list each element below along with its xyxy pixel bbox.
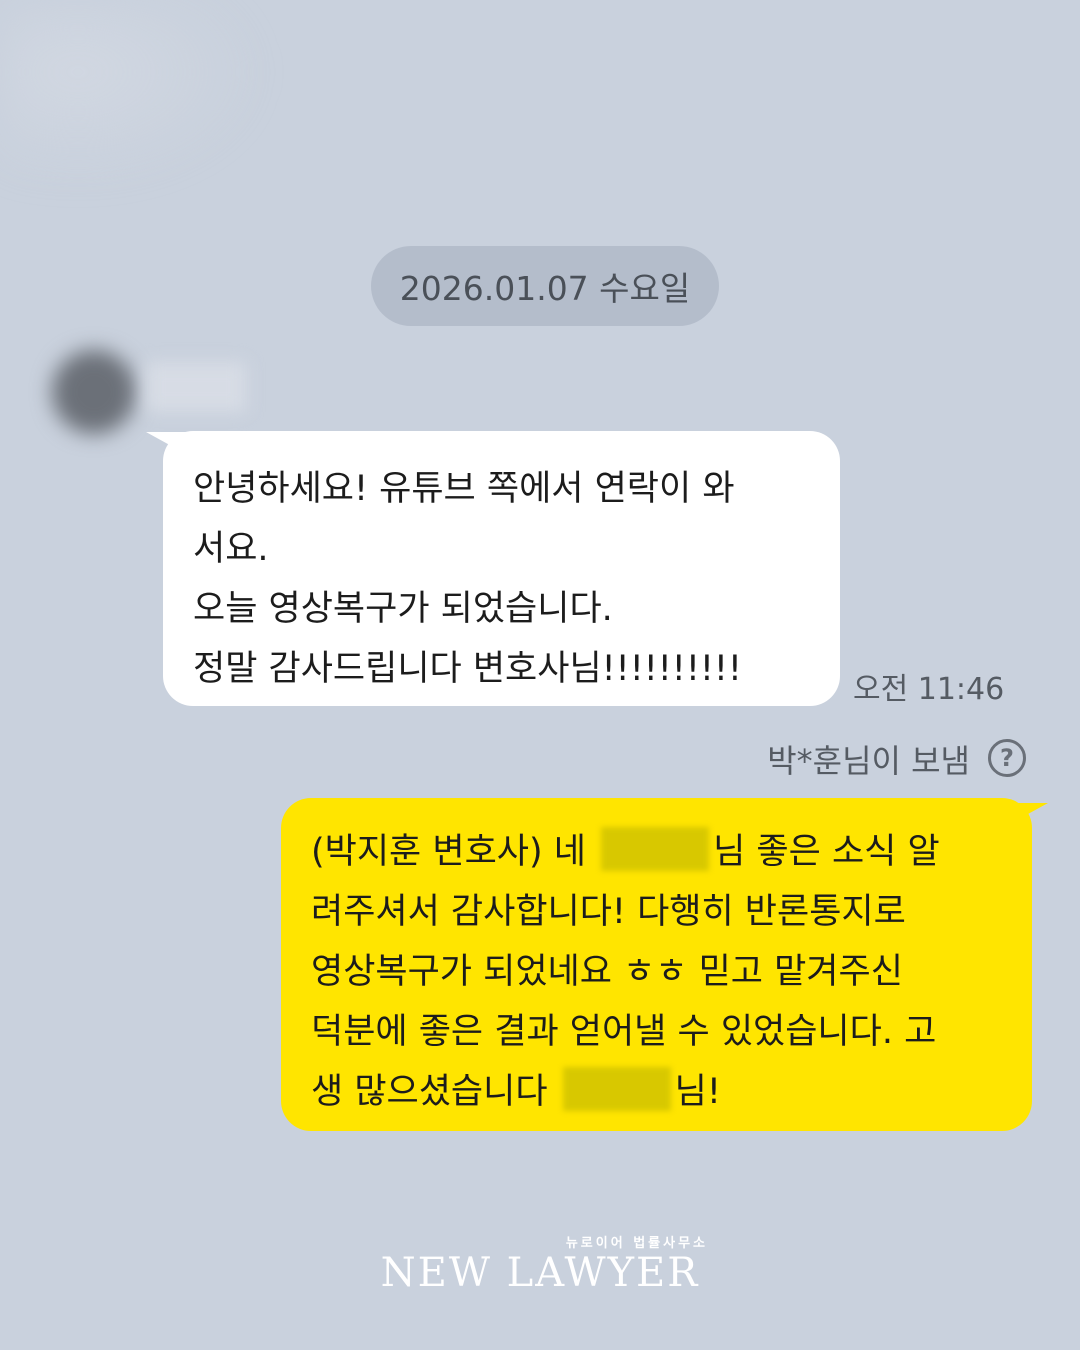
outgoing-message-line: 생 많으셨습니다 님! — [311, 1062, 1004, 1122]
avatar[interactable] — [52, 350, 136, 434]
date-separator: 2026.01.07 수요일 — [371, 246, 719, 326]
sender-name-redacted — [146, 362, 246, 412]
brand-logo: 뉴로이어 법률사무소 NEW LAWYER — [366, 1228, 714, 1300]
outgoing-message-bubble[interactable]: (박지훈 변호사) 네 님 좋은 소식 알 려주셔서 감사합니다! 다행히 반론… — [281, 798, 1032, 1131]
incoming-message-line: 안녕하세요! 유튜브 쪽에서 연락이 와 — [193, 469, 735, 509]
date-separator-text: 2026.01.07 수요일 — [399, 269, 691, 308]
incoming-message-time: 오전 11:46 — [853, 672, 1005, 707]
redacted-name — [601, 827, 710, 871]
incoming-message-line: 서요. — [193, 529, 269, 569]
incoming-message-bubble[interactable]: 안녕하세요! 유튜브 쪽에서 연락이 와 서요. 오늘 영상복구가 되었습니다.… — [163, 431, 840, 706]
outgoing-text: (박지훈 변호사) 네 — [311, 832, 586, 872]
outgoing-message-line: 려주셔서 감사합니다! 다행히 반론통지로 — [311, 892, 906, 932]
incoming-message-line: 오늘 영상복구가 되었습니다. — [193, 589, 613, 629]
incoming-message-line: 정말 감사드립니다 변호사님!!!!!!!!!! — [193, 649, 742, 689]
brand-logo-subtitle: 뉴로이어 법률사무소 — [565, 1236, 708, 1251]
outgoing-message-line: (박지훈 변호사) 네 님 좋은 소식 알 — [311, 822, 1004, 882]
outgoing-text: 님! — [674, 1072, 721, 1112]
outgoing-text: 님 좋은 소식 알 — [713, 832, 940, 872]
redacted-name — [562, 1067, 671, 1111]
outgoing-message-line: 덕분에 좋은 결과 얻어낼 수 있었습니다. 고 — [311, 1012, 937, 1052]
outgoing-text: 생 많으셨습니다 — [311, 1072, 548, 1112]
outgoing-message-line: 영상복구가 되었네요 ㅎㅎ 믿고 맡겨주신 — [311, 952, 903, 992]
brand-logo-name: NEW LAWYER — [380, 1250, 700, 1296]
help-icon[interactable]: ? — [988, 739, 1026, 777]
sent-by-label: 박*훈님이 보냄 — [767, 742, 970, 780]
blurred-region — [0, 0, 260, 180]
